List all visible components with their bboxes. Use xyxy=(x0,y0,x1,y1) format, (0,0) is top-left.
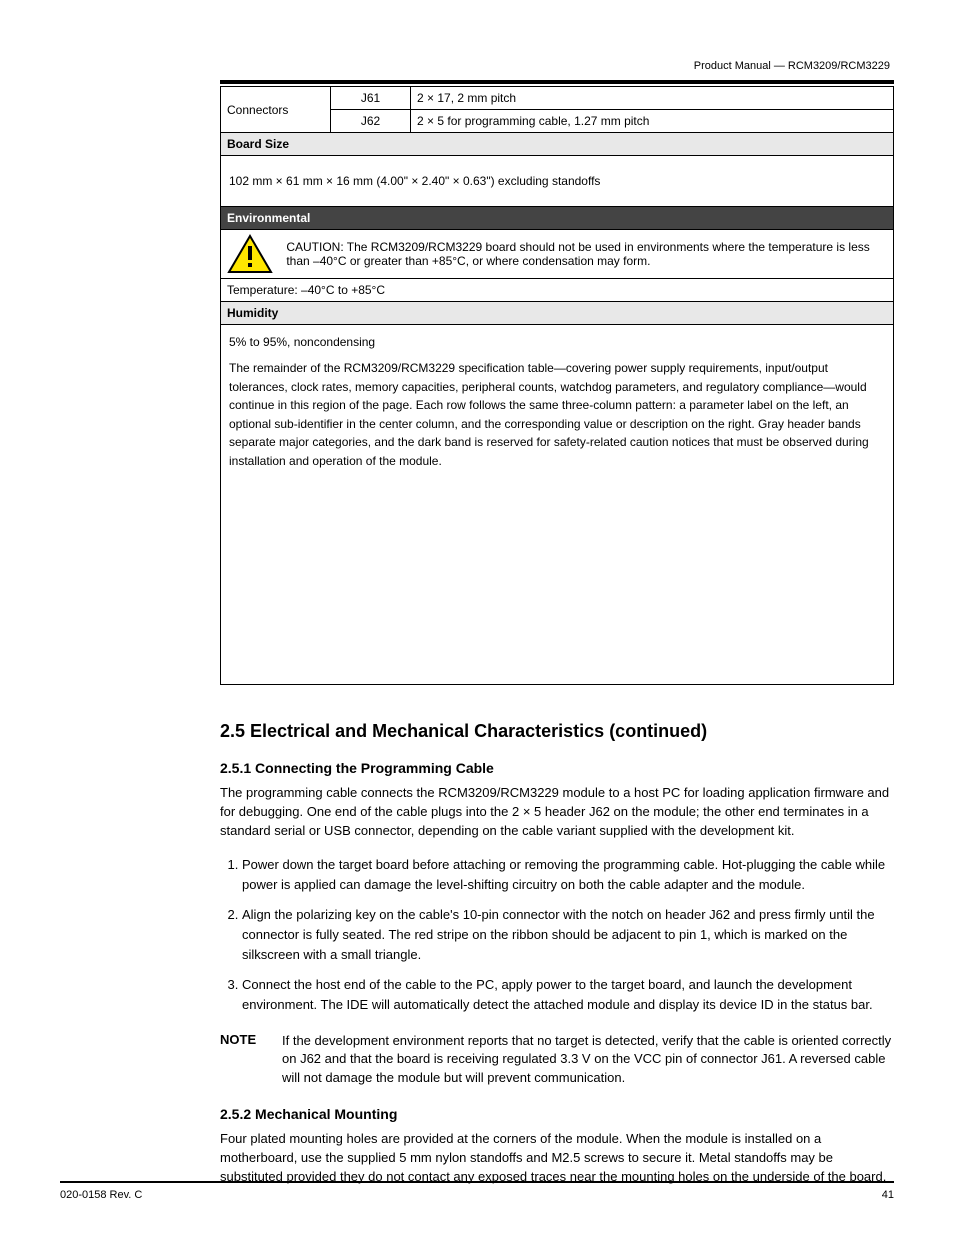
cell-j61-desc: 2 × 17, 2 mm pitch xyxy=(411,87,894,110)
step-1: Power down the target board before attac… xyxy=(242,855,894,895)
row-temperature: Temperature: –40°C to +85°C xyxy=(221,279,894,302)
cell-j62: J62 xyxy=(331,110,411,133)
footer-right: 41 xyxy=(882,1189,894,1201)
steps-list: Power down the target board before attac… xyxy=(242,855,894,1016)
cell-j62-desc: 2 × 5 for programming cable, 1.27 mm pit… xyxy=(411,110,894,133)
cell-humidity-header: Humidity xyxy=(221,302,894,325)
row-environmental-header: Environmental xyxy=(221,207,894,230)
subsection-2-para: Four plated mounting holes are provided … xyxy=(220,1130,894,1187)
note-block: NOTE If the development environment repo… xyxy=(220,1032,894,1089)
cell-temperature: Temperature: –40°C to +85°C xyxy=(221,279,894,302)
row-large-body: 5% to 95%, noncondensing The remainder o… xyxy=(221,325,894,685)
row-warning: CAUTION: The RCM3209/RCM3229 board shoul… xyxy=(221,230,894,279)
continued-spec-text: The remainder of the RCM3209/RCM3229 spe… xyxy=(229,359,885,471)
cell-board-size: 102 mm × 61 mm × 16 mm (4.00" × 2.40" × … xyxy=(221,156,894,207)
note-text: If the development environment reports t… xyxy=(282,1032,894,1089)
spec-table: Connectors J61 2 × 17, 2 mm pitch J62 2 … xyxy=(220,86,894,685)
cell-warning: CAUTION: The RCM3209/RCM3229 board shoul… xyxy=(221,230,894,279)
footer-left: 020-0158 Rev. C xyxy=(60,1189,142,1201)
subsection-1-para: The programming cable connects the RCM32… xyxy=(220,784,894,841)
warning-text: CAUTION: The RCM3209/RCM3229 board shoul… xyxy=(286,240,876,268)
warning-triangle-icon xyxy=(227,234,273,274)
page-header-right: Product Manual — RCM3209/RCM3229 xyxy=(60,60,894,72)
top-rule xyxy=(220,80,894,84)
step-3: Connect the host end of the cable to the… xyxy=(242,975,894,1015)
page-footer: 020-0158 Rev. C 41 xyxy=(60,1181,894,1201)
subsection-2-title: 2.5.2 Mechanical Mounting xyxy=(220,1106,894,1122)
cell-env-header: Environmental xyxy=(221,207,894,230)
row-connectors-1: Connectors J61 2 × 17, 2 mm pitch xyxy=(221,87,894,110)
note-label: NOTE xyxy=(220,1032,266,1047)
section-title: 2.5 Electrical and Mechanical Characteri… xyxy=(220,721,894,742)
row-humidity-header: Humidity xyxy=(221,302,894,325)
cell-large-body: 5% to 95%, noncondensing The remainder o… xyxy=(221,325,894,685)
step-2: Align the polarizing key on the cable's … xyxy=(242,905,894,965)
cell-board-size-header: Board Size xyxy=(221,133,894,156)
row-board-size-header: Board Size xyxy=(221,133,894,156)
cell-connectors-label: Connectors xyxy=(221,87,331,133)
subsection-1-title: 2.5.1 Connecting the Programming Cable xyxy=(220,760,894,776)
row-board-size: 102 mm × 61 mm × 16 mm (4.00" × 2.40" × … xyxy=(221,156,894,207)
humidity-value: 5% to 95%, noncondensing xyxy=(229,335,885,349)
content-area: Connectors J61 2 × 17, 2 mm pitch J62 2 … xyxy=(220,80,894,1187)
cell-j61: J61 xyxy=(331,87,411,110)
